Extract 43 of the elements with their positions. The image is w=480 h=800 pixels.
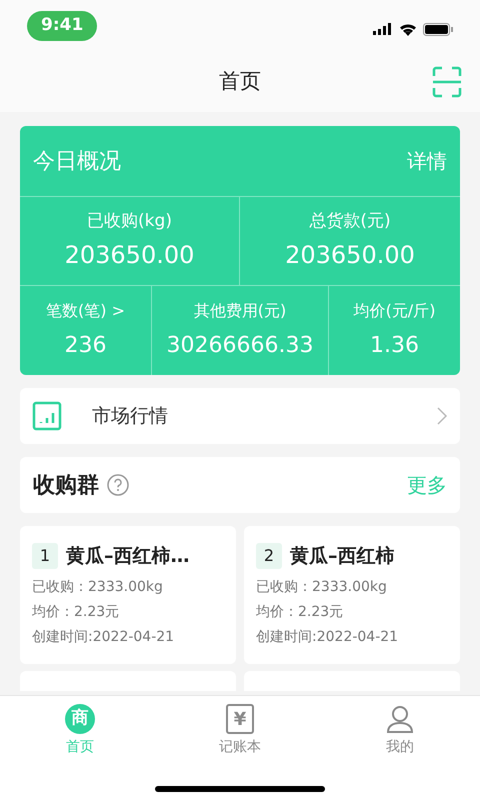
store-icon: 商 [65,704,95,734]
stat-label: 其他费用(元) [194,300,286,322]
stat-label: 均价(元/斤) [354,300,436,322]
section-title: 收购群 [33,472,99,500]
person-icon [385,704,415,734]
created-date-text: 创建时间:2022-04-21 [32,628,176,646]
index-badge: 1 [32,543,58,570]
chevron-right-icon [436,406,448,426]
stat-value: 1.36 [370,332,419,360]
more-link[interactable]: 更多 [407,470,447,500]
tab-item[interactable]: 我的 [385,704,415,758]
page-title: 首页 [219,68,261,96]
stat-value: 236 [64,332,106,360]
tab-item[interactable]: ¥ 记账本 [219,704,261,758]
average-price-text: 均价：2.23元 [32,602,120,622]
bar-chart-icon [32,401,62,431]
group-card[interactable]: 1 黄瓜–西红柿… 已收购：2333.00kg 均价：2.23元 创建时间:2022-04-21 [20,526,236,664]
stat-label: 已收购(kg) [87,210,172,234]
stat-label: 总货款(元) [309,210,391,234]
purchased-text: 已收购：2333.00kg [256,578,388,596]
average-price-text: 均价：2.23元 [256,602,344,622]
purchased-text: 已收购：2333.00kg [32,578,164,596]
group-name: 黄瓜–西红柿 [290,544,394,569]
stat-value: 203650.00 [64,240,194,271]
ledger-icon: ¥ [226,704,254,734]
scan-button[interactable] [432,66,462,98]
market-row[interactable]: 市场行情 [20,388,460,444]
tab-item[interactable]: 商 首页 [65,704,95,758]
group-card[interactable]: 2 黄瓜–西红柿 已收购：2333.00kg 均价：2.23元 创建时间:2022-04-21 [244,526,460,664]
group-name: 黄瓜–西红柿… [66,544,190,569]
battery-icon [423,22,453,36]
signal-icon [373,23,393,35]
index-badge: 2 [256,543,282,570]
scan-icon [432,66,462,98]
stat-value: 30266666.33 [166,332,314,360]
status-time: 9:41 [27,11,98,41]
created-date-text: 创建时间:2022-04-21 [256,628,400,646]
wifi-icon [399,22,417,36]
help-icon[interactable] [107,474,129,496]
details-link[interactable]: 详情 [407,146,447,176]
stat-value: 203650.00 [285,240,415,271]
stat-label: 笔数(笔) > [46,300,125,322]
overview-title: 今日概况 [33,148,121,176]
